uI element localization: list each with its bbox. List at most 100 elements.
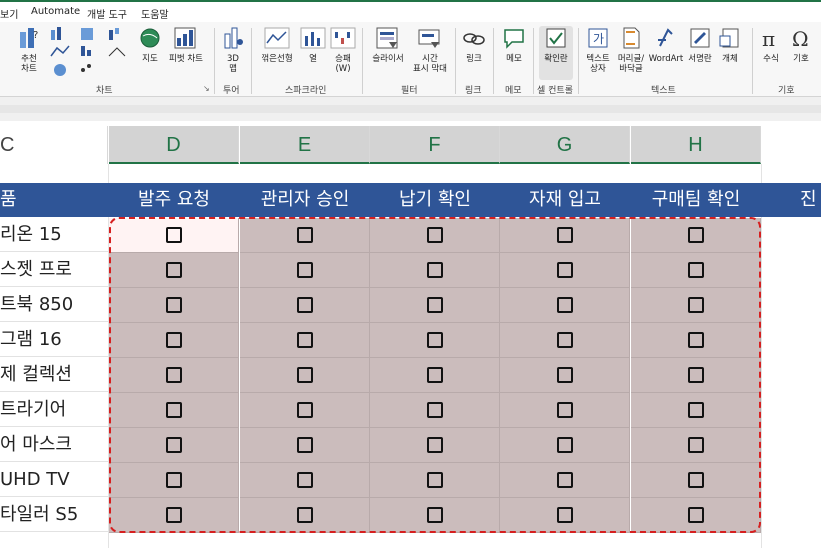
checkbox-cell[interactable] [109,463,239,498]
unchecked-checkbox[interactable] [166,472,182,488]
unchecked-checkbox[interactable] [166,332,182,348]
unchecked-checkbox[interactable] [427,297,443,313]
checkbox-cell[interactable] [240,498,370,533]
unchecked-checkbox[interactable] [427,507,443,523]
object-button[interactable]: 개체 [716,26,744,64]
checkbox-cell[interactable] [240,323,370,358]
header-order-request[interactable]: 발주 요청 [109,183,239,217]
unchecked-checkbox[interactable] [557,227,573,243]
checkbox-cell[interactable] [109,253,239,288]
sparkline-column-button[interactable]: 열 [300,26,326,64]
tab-help[interactable]: 도움말 [141,6,169,21]
checkbox-control-button[interactable]: 확인란 [539,26,573,80]
unchecked-checkbox[interactable] [166,227,182,243]
link-button[interactable]: 링크 [461,26,487,64]
column-header-d[interactable]: D [109,126,239,164]
product-cell[interactable]: 제 컬렉션 [0,358,108,392]
unchecked-checkbox[interactable] [557,507,573,523]
unchecked-checkbox[interactable] [557,437,573,453]
checkbox-cell[interactable] [631,253,761,288]
unchecked-checkbox[interactable] [557,472,573,488]
chart-dialog-launcher-icon[interactable]: ↘ [203,84,210,93]
equation-button[interactable]: π 수식 [758,26,784,64]
unchecked-checkbox[interactable] [557,262,573,278]
textbox-button[interactable]: 가 텍스트 상자 [582,26,614,74]
unchecked-checkbox[interactable] [166,402,182,418]
wordart-button[interactable]: WordArt [648,26,684,64]
pivot-chart-button[interactable]: 피벗 차트 [166,26,206,64]
checkbox-cell[interactable] [240,463,370,498]
unchecked-checkbox[interactable] [557,297,573,313]
checkbox-cell[interactable] [240,288,370,323]
3d-map-button[interactable]: 3D 맵 [220,26,246,74]
column-header-h[interactable]: H [631,126,761,164]
product-cell[interactable]: 타일러 S5 [0,498,108,532]
checkbox-cell[interactable] [240,218,370,253]
column-header-e[interactable]: E [240,126,370,164]
unchecked-checkbox[interactable] [688,332,704,348]
tab-developer[interactable]: 개발 도구 [87,6,127,21]
checkbox-cell[interactable] [500,288,630,323]
checkbox-cell[interactable] [631,218,761,253]
product-cell[interactable]: 어 마스크 [0,428,108,462]
product-cell[interactable]: 스젯 프로 [0,253,108,287]
unchecked-checkbox[interactable] [427,227,443,243]
unchecked-checkbox[interactable] [297,507,313,523]
unchecked-checkbox[interactable] [688,437,704,453]
checkbox-cell[interactable] [109,323,239,358]
unchecked-checkbox[interactable] [427,437,443,453]
unchecked-checkbox[interactable] [297,262,313,278]
signature-line-button[interactable]: 서명란 [686,26,714,64]
product-cell[interactable]: 리온 15 [0,218,108,252]
header-delivery-check[interactable]: 납기 확인 [370,183,500,217]
column-chart-button[interactable] [48,26,72,76]
unchecked-checkbox[interactable] [427,367,443,383]
timeline-button[interactable]: 시간 표시 막대 [410,26,450,74]
product-cell[interactable]: UHD TV [0,463,108,497]
header-progress[interactable]: 진 [800,183,821,217]
product-cell[interactable]: 그램 16 [0,323,108,357]
waterfall-chart-button[interactable] [106,26,130,76]
checkbox-cell[interactable] [370,463,500,498]
sparkline-winloss-button[interactable]: 승패 (W) [330,26,356,74]
unchecked-checkbox[interactable] [688,507,704,523]
unchecked-checkbox[interactable] [297,367,313,383]
unchecked-checkbox[interactable] [297,332,313,348]
unchecked-checkbox[interactable] [166,367,182,383]
checkbox-cell[interactable] [370,428,500,463]
checkbox-cell[interactable] [500,393,630,428]
unchecked-checkbox[interactable] [427,262,443,278]
checkbox-cell[interactable] [631,393,761,428]
checkbox-cell[interactable] [631,463,761,498]
unchecked-checkbox[interactable] [688,367,704,383]
checkbox-cell[interactable] [109,428,239,463]
unchecked-checkbox[interactable] [688,472,704,488]
unchecked-checkbox[interactable] [297,472,313,488]
checkbox-cell[interactable] [631,498,761,533]
unchecked-checkbox[interactable] [166,297,182,313]
checkbox-cell[interactable] [631,428,761,463]
checkbox-cell[interactable] [370,323,500,358]
memo-button[interactable]: 메모 [501,26,527,64]
unchecked-checkbox[interactable] [688,297,704,313]
column-header-f[interactable]: F [370,126,500,164]
checkbox-cell[interactable] [370,358,500,393]
checkbox-cell[interactable] [370,288,500,323]
slicer-button[interactable]: 슬라이서 [368,26,408,64]
checkbox-cell[interactable] [500,463,630,498]
unchecked-checkbox[interactable] [688,402,704,418]
unchecked-checkbox[interactable] [166,262,182,278]
symbol-button[interactable]: Ω 기호 [788,26,814,64]
checkbox-cell[interactable] [370,393,500,428]
unchecked-checkbox[interactable] [557,402,573,418]
product-cell[interactable]: 트북 850 [0,288,108,322]
unchecked-checkbox[interactable] [688,227,704,243]
unchecked-checkbox[interactable] [427,472,443,488]
checkbox-cell[interactable] [240,358,370,393]
sparkline-line-button[interactable]: 꺾은선형 [258,26,296,64]
unchecked-checkbox[interactable] [427,402,443,418]
unchecked-checkbox[interactable] [166,507,182,523]
checkbox-cell[interactable] [500,253,630,288]
checkbox-cell[interactable] [370,253,500,288]
tab-view[interactable]: 보기 [0,6,18,21]
